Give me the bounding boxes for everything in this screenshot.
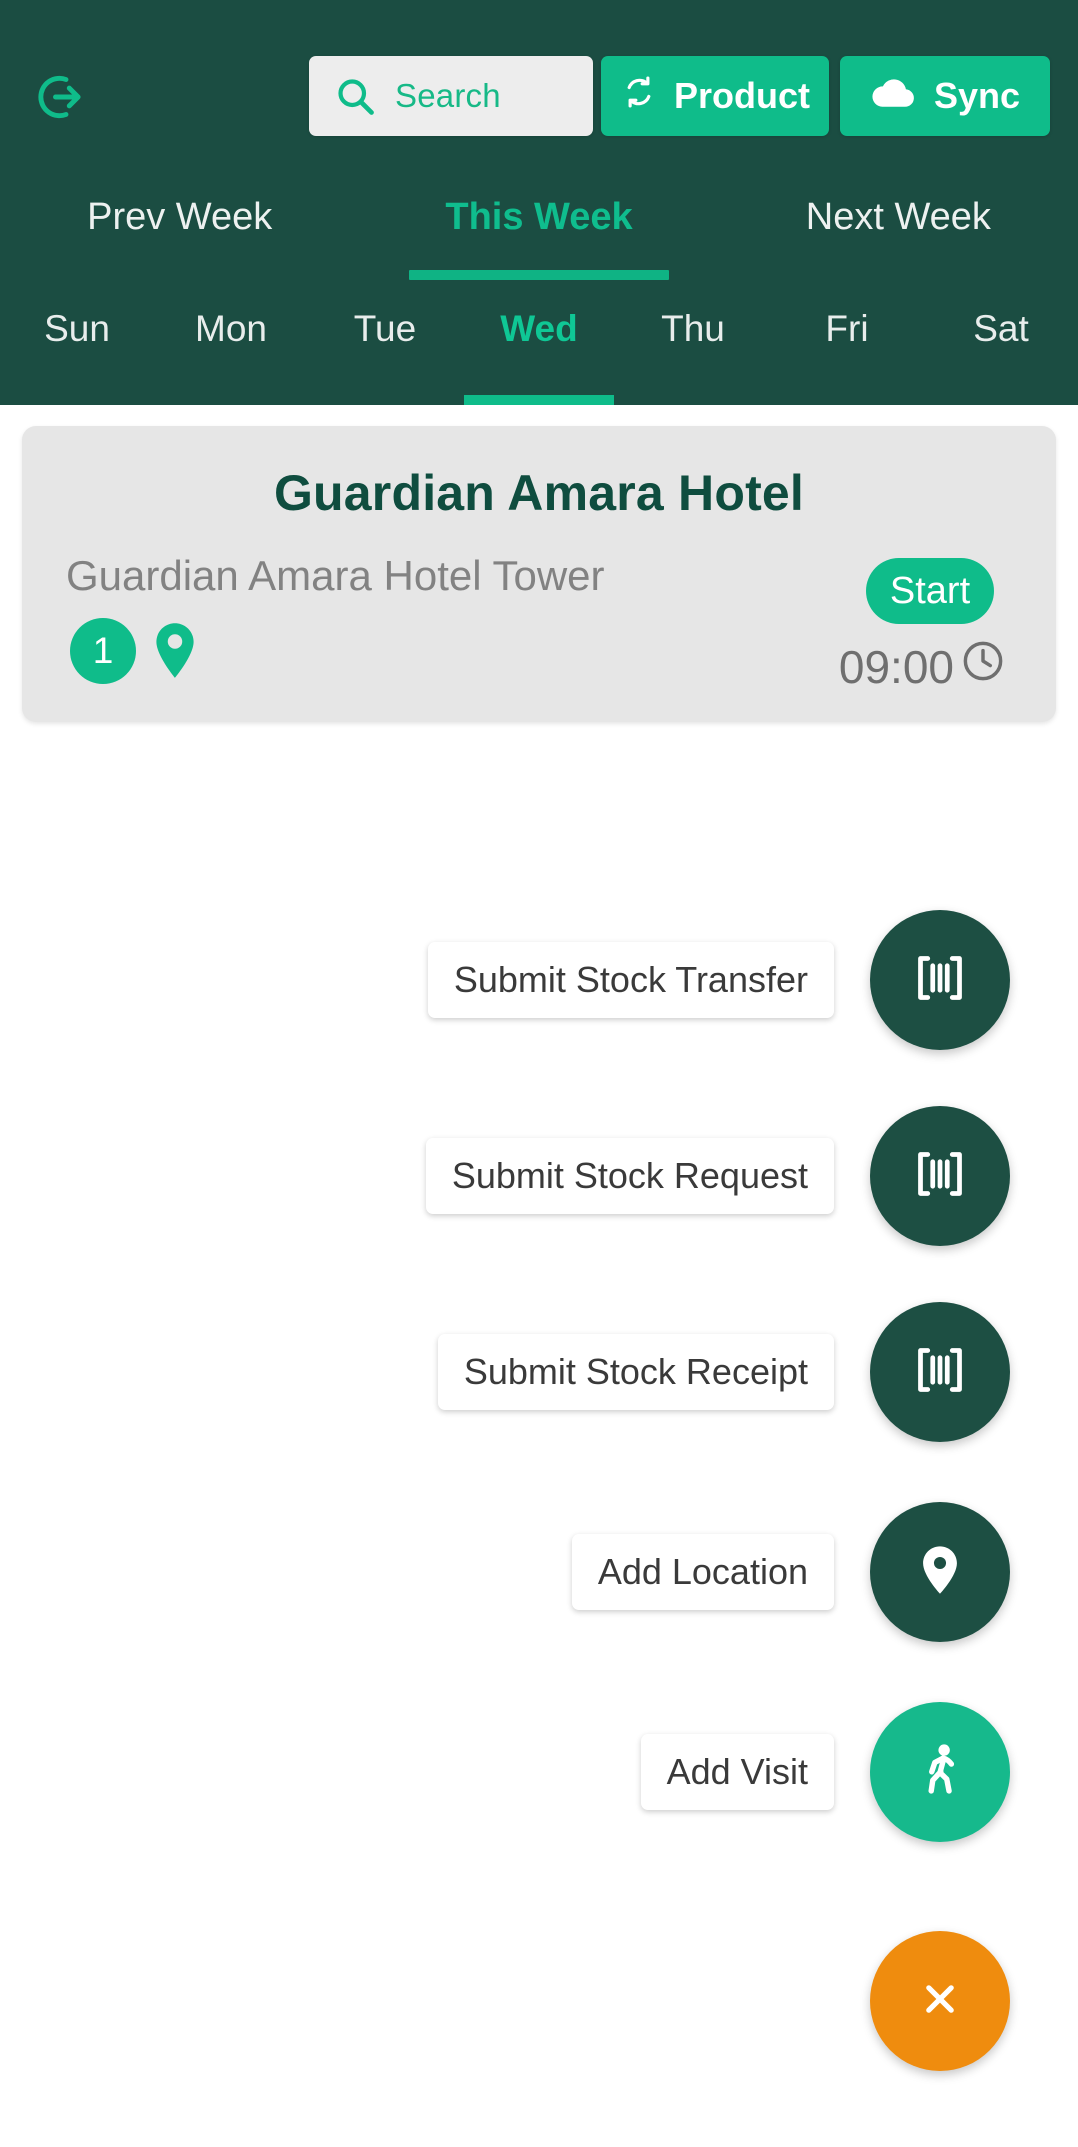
barcode-icon	[910, 1144, 970, 1209]
week-tab-this-label: This Week	[445, 195, 633, 238]
day-tab-wed-label: Wed	[500, 308, 578, 349]
speed-dial-button-add-location[interactable]	[870, 1502, 1010, 1642]
week-tab-next-label: Next Week	[805, 195, 991, 238]
week-tabs: Prev Week This Week Next Week	[0, 172, 1078, 280]
day-tab-thu-label: Thu	[661, 308, 725, 349]
product-button-label: Product	[673, 75, 810, 116]
speed-dial-item-stock-request[interactable]: Submit Stock Request	[425, 1106, 1010, 1246]
speed-dial-main-button[interactable]	[870, 1902, 1010, 2100]
visit-card-meta: 1	[70, 618, 200, 684]
day-tab-tue-label: Tue	[353, 308, 417, 349]
search-input[interactable]: Search	[309, 56, 593, 136]
day-tabs: Sun Mon Tue Wed Thu Fri Sat	[0, 290, 1078, 405]
day-tab-mon[interactable]: Mon	[154, 290, 308, 405]
barcode-icon	[910, 948, 970, 1013]
speed-dial-item-add-visit[interactable]: Add Visit	[640, 1702, 1010, 1842]
speed-dial-button-add-visit[interactable]	[870, 1702, 1010, 1842]
visit-card-subtitle: Guardian Amara Hotel Tower	[66, 552, 605, 599]
product-button[interactable]: Product	[601, 56, 829, 136]
sync-button[interactable]: Sync	[840, 56, 1050, 136]
walking-icon	[909, 1739, 971, 1806]
speed-dial-button-stock-transfer[interactable]	[870, 910, 1010, 1050]
visit-card-title: Guardian Amara Hotel	[273, 465, 805, 521]
day-tab-sun[interactable]: Sun	[0, 290, 154, 405]
day-tab-fri-label: Fri	[825, 308, 869, 349]
speed-dial-button-stock-request[interactable]	[870, 1106, 1010, 1246]
logout-button[interactable]	[28, 66, 90, 128]
clock-icon	[960, 638, 1006, 695]
day-tab-sun-label: Sun	[44, 308, 110, 349]
close-fab[interactable]	[870, 1931, 1010, 2071]
sync-button-label: Sync	[933, 75, 1021, 116]
speed-dial-label-add-visit[interactable]: Add Visit	[640, 1734, 834, 1810]
week-tab-this[interactable]: This Week	[359, 172, 718, 280]
day-tab-sat-label: Sat	[973, 308, 1029, 349]
week-tab-active-indicator	[408, 270, 669, 280]
app-header: Search Product Sync Prev Week This Week …	[0, 0, 1078, 405]
location-pin-icon[interactable]	[150, 618, 200, 684]
app-root: Search Product Sync Prev Week This Week …	[0, 0, 1078, 2147]
visit-card[interactable]: Guardian Amara Hotel Guardian Amara Hote…	[22, 426, 1056, 722]
day-tab-tue[interactable]: Tue	[308, 290, 462, 405]
speed-dial-button-stock-receipt[interactable]	[870, 1302, 1010, 1442]
speed-dial-item-stock-receipt[interactable]: Submit Stock Receipt	[437, 1302, 1010, 1442]
close-icon	[916, 1975, 964, 2028]
day-tab-fri[interactable]: Fri	[770, 290, 924, 405]
day-tab-mon-label: Mon	[195, 308, 267, 349]
logout-icon	[31, 69, 87, 125]
location-pin-icon	[911, 1541, 969, 1604]
week-tab-prev[interactable]: Prev Week	[0, 172, 359, 262]
week-tab-next[interactable]: Next Week	[719, 172, 1078, 262]
week-tab-prev-label: Prev Week	[87, 195, 273, 238]
day-tab-active-indicator	[464, 395, 614, 405]
barcode-icon	[910, 1340, 970, 1405]
visit-card-time-value: 09:00	[838, 640, 954, 693]
search-icon	[333, 74, 377, 118]
speed-dial-label-stock-receipt[interactable]: Submit Stock Receipt	[437, 1334, 834, 1410]
speed-dial-item-stock-transfer[interactable]: Submit Stock Transfer	[427, 910, 1010, 1050]
speed-dial-label-stock-request[interactable]: Submit Stock Request	[425, 1138, 834, 1214]
day-tab-thu[interactable]: Thu	[616, 290, 770, 405]
day-tab-wed[interactable]: Wed	[462, 290, 616, 405]
speed-dial-item-add-location[interactable]: Add Location	[571, 1502, 1010, 1642]
speed-dial-label-add-location[interactable]: Add Location	[571, 1534, 834, 1610]
visit-card-time: 09:00	[839, 638, 1006, 695]
visit-count-badge: 1	[70, 618, 136, 684]
speed-dial-menu: Submit Stock Transfer Submit Stock Reque…	[0, 910, 1078, 2100]
speed-dial-label-stock-transfer[interactable]: Submit Stock Transfer	[427, 942, 834, 1018]
refresh-icon	[620, 73, 658, 120]
top-toolbar: Search Product Sync	[0, 0, 1078, 172]
cloud-icon	[870, 73, 918, 120]
search-placeholder: Search	[395, 77, 501, 114]
start-button[interactable]: Start	[866, 558, 994, 624]
day-tab-sat[interactable]: Sat	[924, 290, 1078, 405]
